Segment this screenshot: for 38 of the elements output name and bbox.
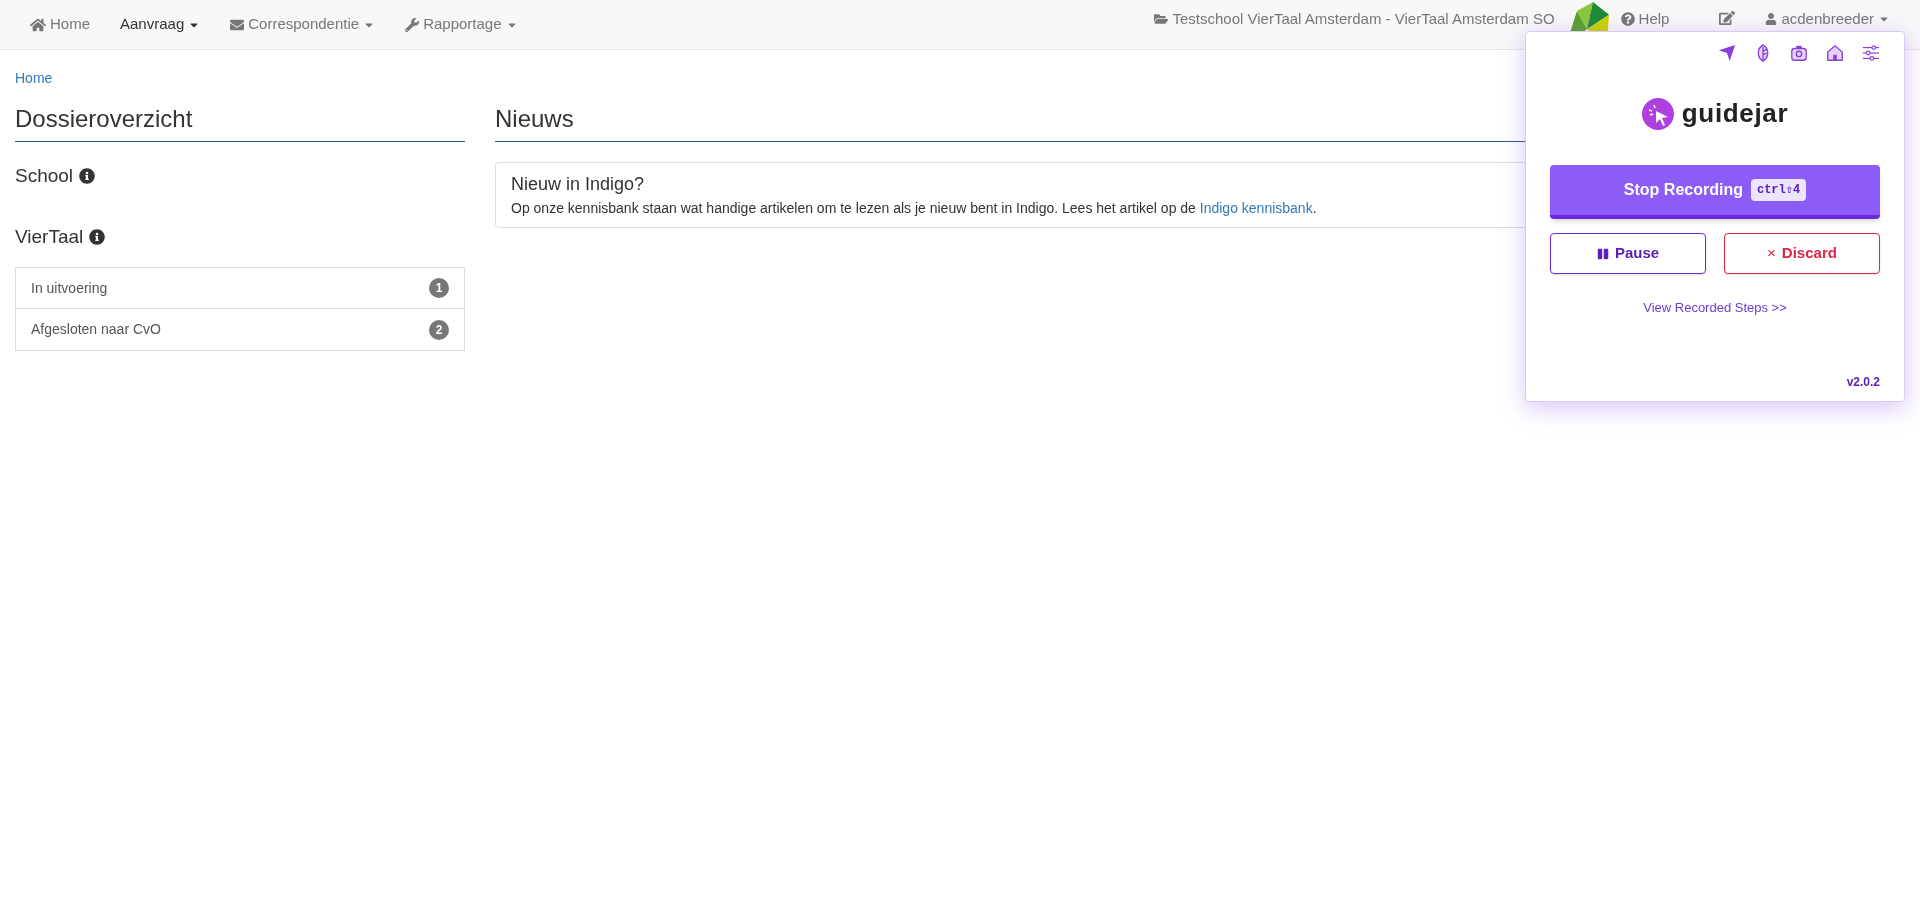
subsection-heading: VierTaal	[15, 224, 84, 249]
home-icon[interactable]	[1826, 44, 1844, 62]
nav-item[interactable]: Correspondentie	[215, 0, 391, 49]
folder-icon	[1154, 12, 1169, 26]
user-menu[interactable]: acdenbreeder	[1765, 10, 1890, 28]
news-title: Nieuw in Indigo?	[511, 173, 645, 196]
count-badge: 2	[429, 319, 449, 340]
section-heading: Dossieroverzicht	[15, 101, 465, 142]
count-badge: 1	[429, 278, 449, 298]
info-icon[interactable]	[89, 228, 106, 245]
recorded-steps-link[interactable]: View Recorded Steps >>	[1550, 298, 1880, 318]
stop-recording-button[interactable]: Stop Recording ctrl⇧4	[1550, 165, 1880, 219]
wrench-icon	[405, 17, 420, 32]
envelope-icon	[230, 17, 245, 32]
settings-icon[interactable]	[1862, 44, 1880, 62]
kennisbank-link[interactable]: Indigo kennisbank	[1199, 200, 1313, 216]
version-label: v2.0.2	[1846, 374, 1880, 391]
help-icon	[1620, 12, 1635, 26]
user-icon	[1765, 13, 1778, 25]
nav-item[interactable]: Aanvraag	[105, 0, 216, 49]
status-row[interactable]: In uitvoering 1	[16, 268, 464, 309]
breadcrumb-link[interactable]: Home	[15, 68, 53, 89]
cursor-logo-icon	[1641, 97, 1674, 130]
nav-item[interactable]: Rapportage	[390, 0, 533, 49]
school-selector[interactable]: Testschool VierTaal Amsterdam - VierTaal Amsterdam SO	[1154, 10, 1555, 28]
subsection-heading: School	[15, 164, 74, 188]
pause-button[interactable]: Pause	[1550, 233, 1706, 274]
edit-icon[interactable]	[1719, 10, 1736, 26]
camera-icon[interactable]	[1790, 44, 1808, 62]
pause-icon	[1596, 247, 1609, 260]
help-link[interactable]: Help	[1620, 10, 1670, 28]
home-icon	[30, 16, 46, 33]
info-icon[interactable]	[79, 168, 96, 185]
nav-item[interactable]: Home	[15, 0, 105, 49]
status-row[interactable]: Afgesloten naar CvO 2	[16, 309, 464, 350]
shortcut-key: ctrl⇧4	[1750, 179, 1807, 201]
send-icon[interactable]	[1718, 44, 1736, 62]
discard-button[interactable]: × Discard	[1724, 233, 1880, 274]
